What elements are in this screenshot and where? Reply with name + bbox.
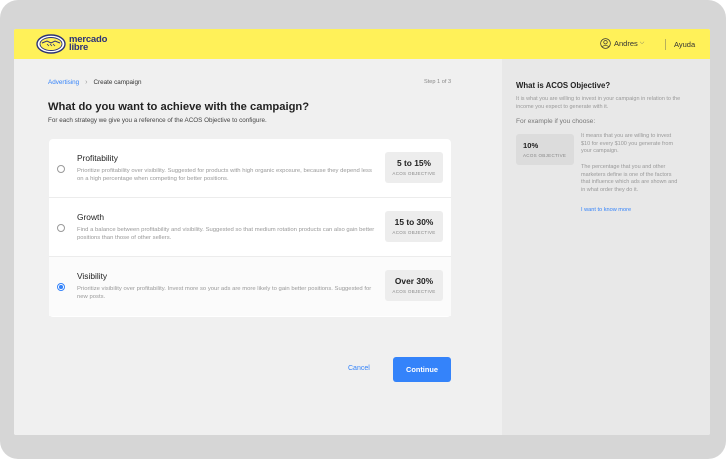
breadcrumb-chevron-icon: › xyxy=(85,79,88,86)
page-title: What do you want to achieve with the cam… xyxy=(48,101,310,113)
know-more-link[interactable]: I want to know more xyxy=(581,207,631,213)
page-subtitle: For each strategy we give you a referenc… xyxy=(48,117,267,124)
strategy-options: Profitability Prioritize profitability o… xyxy=(49,139,451,317)
option-description: Prioritize visibility over profitability… xyxy=(77,286,372,301)
acos-value: 15 to 30% xyxy=(394,217,434,227)
example-acos-badge: 10% ACOS OBJECTIVE xyxy=(516,134,574,165)
continue-button[interactable]: Continue xyxy=(393,357,451,382)
user-name: Andres xyxy=(614,39,638,48)
example-acos-value: 10% xyxy=(523,141,539,150)
side-panel-description: It is what you are willing to invest in … xyxy=(516,96,681,110)
step-indicator: Step 1 of 3 xyxy=(424,79,452,85)
logo-wordmark: mercado libre xyxy=(69,35,107,53)
acos-value: Over 30% xyxy=(394,276,434,286)
breadcrumb-advertising-link[interactable]: Advertising xyxy=(48,79,79,86)
help-side-panel: What is ACOS Objective? It is what you a… xyxy=(502,59,710,435)
option-title: Growth xyxy=(77,212,104,222)
example-explanation: It means that you are willing to invest … xyxy=(581,133,674,155)
top-header: mercado libre Andres ⌵ Ayuda xyxy=(14,29,710,59)
option-description: Prioritize profitability over visibility… xyxy=(77,168,372,183)
user-menu[interactable]: Andres ⌵ xyxy=(600,38,644,49)
logo-line-2: libre xyxy=(69,42,89,53)
mercadolibre-logo[interactable]: mercado libre xyxy=(36,34,107,54)
side-panel-title: What is ACOS Objective? xyxy=(516,81,611,90)
acos-badge: Over 30% ACOS OBJECTIVE xyxy=(385,270,443,301)
handshake-logo-icon xyxy=(36,34,66,54)
option-profitability[interactable]: Profitability Prioritize profitability o… xyxy=(49,139,451,198)
acos-badge: 5 to 15% ACOS OBJECTIVE xyxy=(385,152,443,183)
user-avatar-icon xyxy=(600,38,611,49)
option-title: Profitability xyxy=(77,153,118,163)
chevron-down-icon: ⌵ xyxy=(639,40,645,46)
app-screen: mercado libre Andres ⌵ Ayuda Advertising… xyxy=(14,29,710,435)
header-divider xyxy=(665,39,666,50)
acos-badge: 15 to 30% ACOS OBJECTIVE xyxy=(385,211,443,242)
radio-visibility[interactable] xyxy=(57,283,65,291)
cancel-button[interactable]: Cancel xyxy=(348,365,370,372)
option-description: Find a balance between profitability and… xyxy=(77,227,375,242)
acos-label: ACOS OBJECTIVE xyxy=(392,171,436,176)
option-title: Visibility xyxy=(77,271,108,281)
acos-label: ACOS OBJECTIVE xyxy=(392,289,436,294)
main-content: Advertising › Create campaign Step 1 of … xyxy=(14,59,502,435)
acos-value: 5 to 15% xyxy=(397,158,431,168)
radio-growth[interactable] xyxy=(57,224,65,232)
breadcrumb-current: Create campaign xyxy=(93,79,142,86)
radio-profitability[interactable] xyxy=(57,165,65,173)
example-heading: For example if you choose: xyxy=(516,118,596,125)
breadcrumb: Advertising › Create campaign xyxy=(48,79,141,86)
option-visibility[interactable]: Visibility Prioritize visibility over pr… xyxy=(49,257,451,316)
acos-label: ACOS OBJECTIVE xyxy=(392,230,436,235)
help-link[interactable]: Ayuda xyxy=(674,40,695,49)
example-factors: The percentage that you and other market… xyxy=(581,164,678,193)
device-frame: mercado libre Andres ⌵ Ayuda Advertising… xyxy=(0,0,726,459)
example-acos-label: ACOS OBJECTIVE xyxy=(523,153,567,158)
option-growth[interactable]: Growth Find a balance between profitabil… xyxy=(49,198,451,257)
